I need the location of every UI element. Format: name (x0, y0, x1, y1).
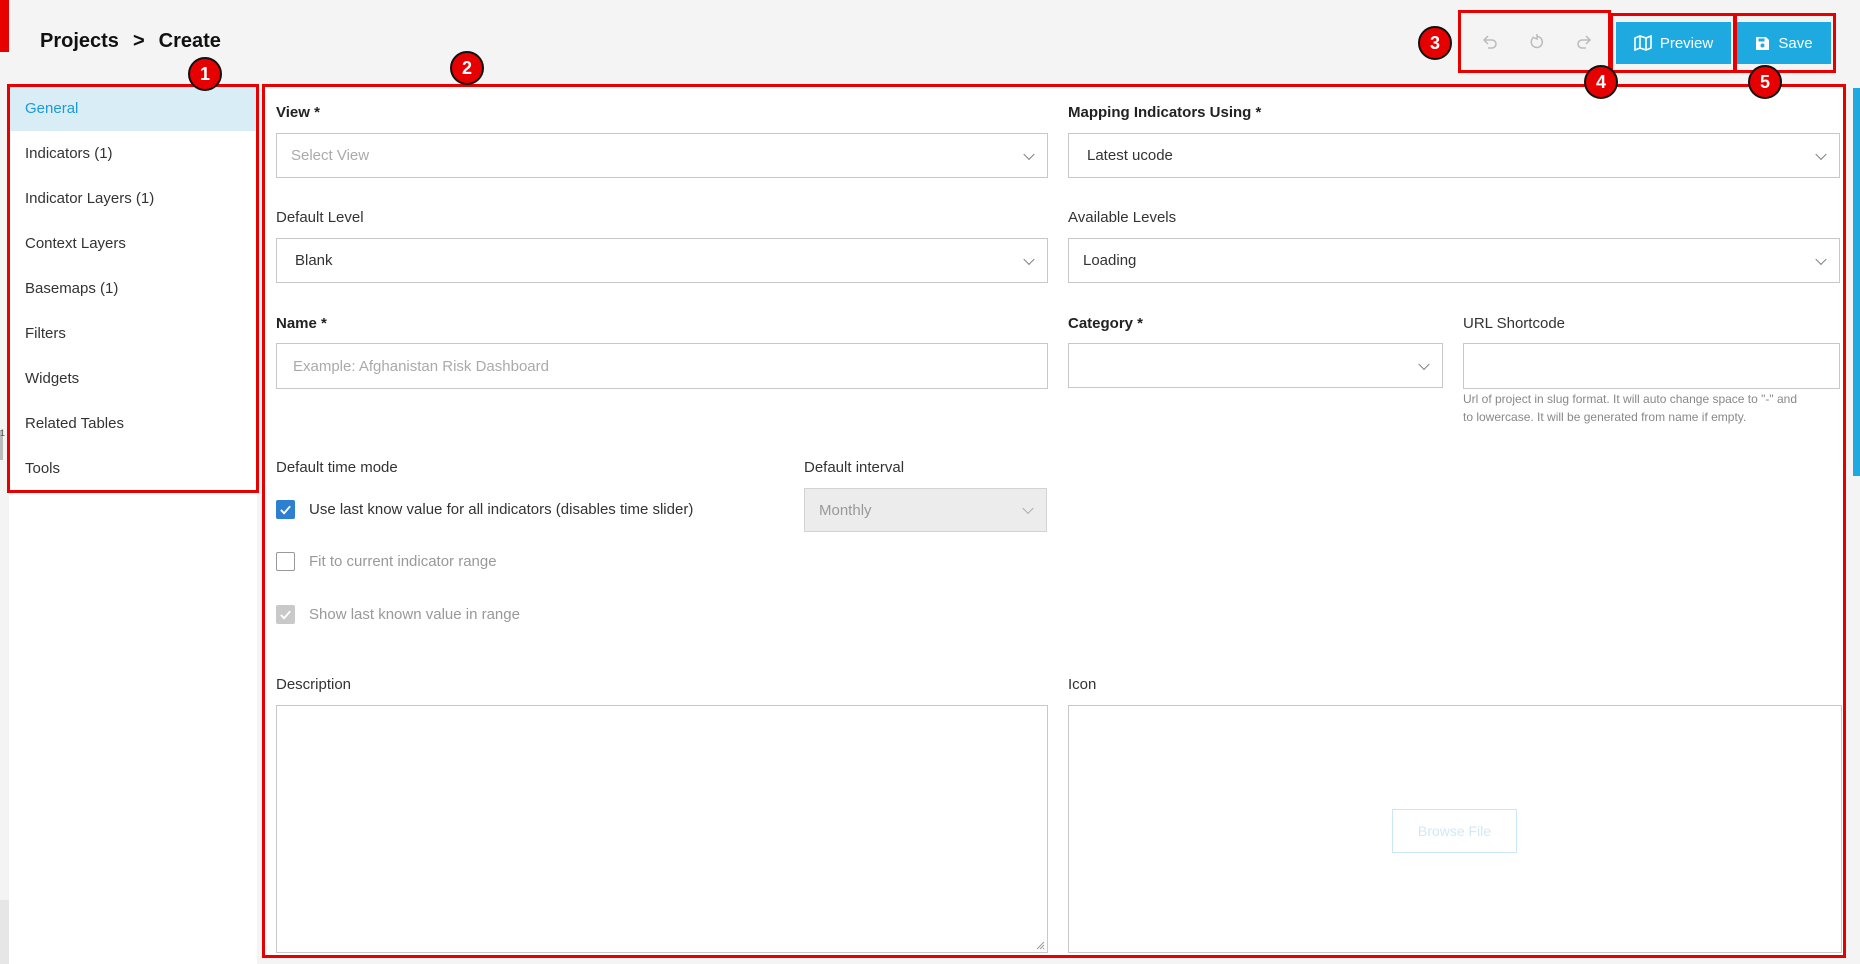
breadcrumb-parent[interactable]: Projects (40, 30, 119, 53)
right-scrollbar[interactable] (1853, 88, 1860, 476)
annotation-marker-4: 4 (1584, 65, 1618, 99)
annotation-marker-2: 2 (450, 51, 484, 85)
annotation-box-5 (1733, 13, 1836, 73)
annotation-box-2 (262, 84, 1846, 958)
annotation-box-3 (1458, 10, 1611, 73)
annotation-box-4 (1610, 13, 1737, 73)
breadcrumb-current: Create (158, 30, 221, 52)
breadcrumb-separator: > (132, 30, 145, 52)
left-edge-glyph: 1 (0, 428, 6, 438)
red-accent-bar (0, 0, 9, 52)
annotation-marker-3: 3 (1418, 26, 1452, 60)
annotation-box-1 (7, 84, 259, 493)
sidebar-filler (9, 490, 257, 964)
breadcrumb: Projects > Create (40, 30, 221, 53)
annotation-marker-5: 5 (1748, 65, 1782, 99)
annotation-marker-1: 1 (188, 57, 222, 91)
